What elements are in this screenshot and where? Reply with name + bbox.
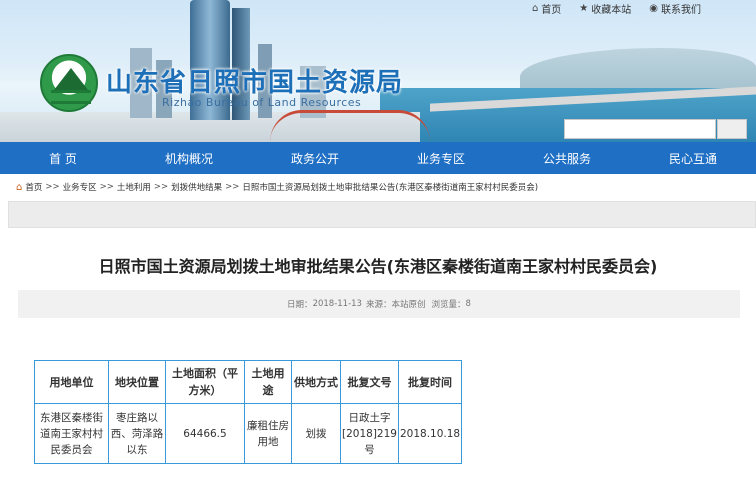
breadcrumb-home[interactable]: 首页 [25, 181, 42, 193]
location-pin-icon: ◉ [649, 3, 658, 14]
top-link-favorite-label: 收藏本站 [591, 5, 632, 16]
home-icon: ⌂ [16, 181, 23, 193]
table-header-row: 用地单位 地块位置 土地面积（平方米） 土地用途 供地方式 批复文号 批复时间 [34, 360, 463, 404]
breadcrumb-business[interactable]: 业务专区 [63, 181, 97, 193]
nav-item-home[interactable]: 首 页 [0, 142, 126, 174]
breadcrumb-land-use[interactable]: 土地利用 [117, 181, 151, 193]
table-header-cell: 用地单位 [34, 360, 109, 404]
nav-item-government-affairs[interactable]: 政务公开 [252, 142, 378, 174]
breadcrumb: ⌂ 首页 >> 业务专区 >> 土地利用 >> 划拨供地结果 >> 日照市国土资… [16, 179, 538, 195]
article-meta: 日期： 2018-11-13 来源： 本站原创 浏览量： 8 [18, 290, 740, 318]
meta-source-label: 来源： [365, 300, 392, 310]
logo-rings [51, 90, 91, 104]
table-header-cell: 批复文号 [340, 360, 399, 404]
meta-date-label: 日期： [287, 300, 313, 310]
table-cell-location: 枣庄路以西、菏泽路以东 [108, 403, 166, 464]
breadcrumb-separator: >> [153, 182, 169, 192]
nav-item-public-service[interactable]: 公共服务 [504, 142, 630, 174]
table-cell-approval-date: 2018.10.18 [397, 403, 463, 464]
content-header-bar [8, 201, 756, 228]
table-header-cell: 土地用途 [244, 360, 292, 404]
meta-views: 8 [465, 299, 471, 309]
top-link-contact-label: 联系我们 [661, 5, 701, 16]
search-input[interactable] [564, 119, 716, 139]
nav-item-business[interactable]: 业务专区 [378, 142, 504, 174]
table-header-cell: 供地方式 [291, 360, 341, 404]
table-header-cell: 批复时间 [397, 360, 463, 404]
meta-source: 本站原创 [391, 300, 426, 310]
site-logo[interactable] [40, 54, 98, 112]
nav-item-organization[interactable]: 机构概况 [126, 142, 252, 174]
table-cell-area: 64466.5 [165, 403, 245, 464]
banner-arch [270, 110, 430, 142]
table-cell-usage: 廉租住房用地 [244, 403, 292, 464]
table-cell-approval-number: 日政土字[2018]219号 [340, 403, 399, 464]
meta-views-label: 浏览量： [431, 300, 466, 310]
table-header-cell: 土地面积（平方米） [165, 360, 245, 404]
top-link-favorite[interactable]: ★ 收藏本站 [579, 1, 631, 16]
table-header-cell: 地块位置 [108, 360, 166, 404]
approval-table: 用地单位 地块位置 土地面积（平方米） 土地用途 供地方式 批复文号 批复时间 … [34, 360, 463, 464]
breadcrumb-separator: >> [45, 182, 60, 192]
logo-mountain-icon [54, 68, 88, 90]
table-cell-unit: 东港区秦楼街道南王家村村民委员会 [34, 403, 109, 464]
breadcrumb-separator: >> [99, 182, 114, 192]
home-icon: ⌂ [531, 3, 539, 14]
site-title: 山东省日照市国土资源局 [106, 68, 404, 98]
main-nav: 首 页 机构概况 政务公开 业务专区 公共服务 民心互通 [0, 142, 756, 174]
breadcrumb-separator: >> [225, 182, 240, 192]
star-icon: ★ [579, 3, 589, 14]
article-title: 日照市国土资源局划拨土地审批结果公告(东港区秦楼街道南王家村村民委员会) [98, 257, 658, 276]
nav-item-interaction[interactable]: 民心互通 [630, 142, 756, 174]
top-link-home[interactable]: ⌂ 首页 [532, 1, 561, 16]
table-cell-supply-method: 划拨 [291, 403, 341, 464]
site-subtitle: Rizhao Bureau of Land Resources [162, 96, 362, 109]
search-button[interactable] [717, 119, 747, 139]
breadcrumb-current: 日照市国土资源局划拨土地审批结果公告(东港区秦楼街道南王家村村民委员会) [242, 183, 539, 193]
top-link-home-label: 首页 [541, 5, 562, 16]
header-banner: 山东省日照市国土资源局 Rizhao Bureau of Land Resour… [0, 0, 756, 142]
meta-date: 2018-11-13 [312, 299, 362, 309]
top-links: ⌂ 首页 ★ 收藏本站 ◉ 联系我们 [532, 1, 701, 16]
table-row: 东港区秦楼街道南王家村村民委员会 枣庄路以西、菏泽路以东 64466.5 廉租住… [34, 403, 463, 464]
top-link-contact[interactable]: ◉ 联系我们 [649, 1, 701, 16]
breadcrumb-allocation-results[interactable]: 划拨供地结果 [171, 181, 222, 193]
page: { "top_links": { "home": "首页", "favorite… [0, 0, 756, 490]
